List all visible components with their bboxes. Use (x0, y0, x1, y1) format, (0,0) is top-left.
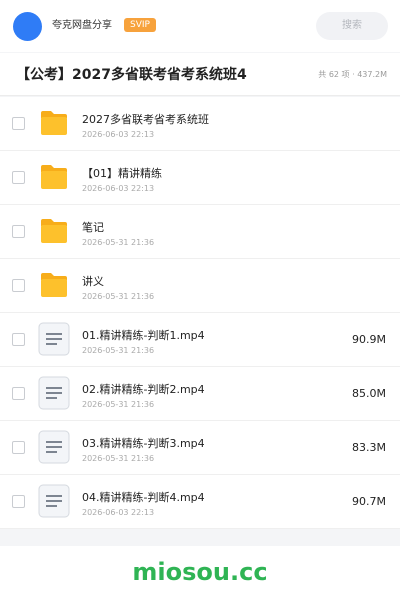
select-checkbox[interactable] (12, 333, 25, 346)
svip-badge: SVIP (124, 18, 156, 32)
item-date: 2026-05-31 21:36 (82, 454, 155, 463)
file-list: 2027多省联考省考系统班 2026-06-03 22:13 【01】精讲精练 … (0, 97, 400, 529)
list-item[interactable]: 笔记 2026-05-31 21:36 (0, 205, 400, 259)
document-file-icon (38, 322, 70, 356)
folder-icon (41, 219, 67, 243)
page-title: 【公考】2027多省联考省考系统班4 (16, 67, 247, 83)
folder-icon (41, 111, 67, 135)
select-checkbox[interactable] (12, 279, 25, 292)
item-date: 2026-06-03 22:13 (82, 130, 155, 139)
item-name: 【01】精讲精练 (82, 167, 162, 180)
list-item[interactable]: 讲义 2026-05-31 21:36 (0, 259, 400, 313)
item-size: 90.9M (352, 333, 386, 346)
item-name: 02.精讲精练-判断2.mp4 (82, 383, 205, 396)
select-checkbox[interactable] (12, 117, 25, 130)
share-meta: 共 62 项 · 437.2M (318, 70, 387, 79)
item-date: 2026-06-03 22:13 (82, 184, 155, 193)
item-name: 讲义 (82, 275, 104, 288)
avatar[interactable] (13, 12, 42, 41)
list-item[interactable]: 02.精讲精练-判断2.mp4 2026-05-31 21:36 85.0M (0, 367, 400, 421)
item-size: 90.7M (352, 495, 386, 508)
item-name: 04.精讲精练-判断4.mp4 (82, 491, 205, 504)
search-input[interactable]: 搜索 (316, 12, 388, 40)
folder-icon (41, 165, 67, 189)
item-name: 03.精讲精练-判断3.mp4 (82, 437, 205, 450)
select-checkbox[interactable] (12, 495, 25, 508)
share-title-bar: 【公考】2027多省联考省考系统班4 共 62 项 · 437.2M (0, 53, 400, 96)
list-item[interactable]: 2027多省联考省考系统班 2026-06-03 22:13 (0, 97, 400, 151)
item-size: 83.3M (352, 441, 386, 454)
document-file-icon (38, 430, 70, 464)
item-date: 2026-05-31 21:36 (82, 292, 155, 301)
item-name: 笔记 (82, 221, 104, 234)
select-checkbox[interactable] (12, 225, 25, 238)
list-item[interactable]: 01.精讲精练-判断1.mp4 2026-05-31 21:36 90.9M (0, 313, 400, 367)
select-checkbox[interactable] (12, 387, 25, 400)
select-checkbox[interactable] (12, 171, 25, 184)
item-date: 2026-05-31 21:36 (82, 346, 155, 355)
item-date: 2026-05-31 21:36 (82, 238, 155, 247)
list-item[interactable]: 03.精讲精练-判断3.mp4 2026-05-31 21:36 83.3M (0, 421, 400, 475)
select-checkbox[interactable] (12, 441, 25, 454)
sharer-name[interactable]: 夸克网盘分享 (52, 19, 112, 33)
watermark-text: miosou.cc (132, 558, 268, 586)
item-name: 2027多省联考省考系统班 (82, 113, 209, 126)
item-name: 01.精讲精练-判断1.mp4 (82, 329, 205, 342)
share-header: 夸克网盘分享 SVIP 搜索 (0, 0, 400, 52)
document-file-icon (38, 376, 70, 410)
list-item[interactable]: 【01】精讲精练 2026-06-03 22:13 (0, 151, 400, 205)
list-item[interactable]: 04.精讲精练-判断4.mp4 2026-06-03 22:13 90.7M (0, 475, 400, 529)
document-file-icon (38, 484, 70, 518)
footer: miosou.cc (0, 546, 400, 600)
item-date: 2026-06-03 22:13 (82, 508, 155, 517)
item-date: 2026-05-31 21:36 (82, 400, 155, 409)
folder-icon (41, 273, 67, 297)
item-size: 85.0M (352, 387, 386, 400)
